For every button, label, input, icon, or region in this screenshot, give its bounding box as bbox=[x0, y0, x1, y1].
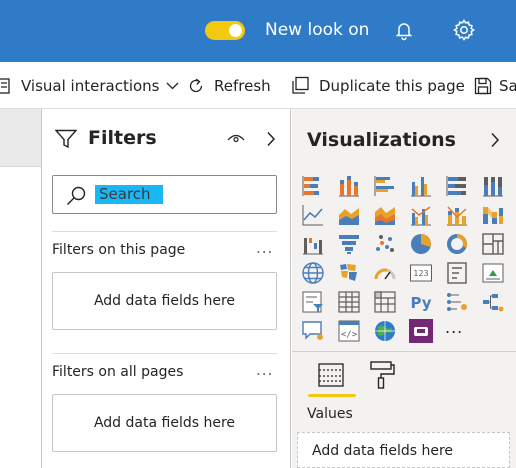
card-icon[interactable]: 123 bbox=[409, 261, 433, 285]
arcgis-map-icon[interactable] bbox=[373, 319, 397, 343]
all-pages-more-options[interactable]: ... bbox=[256, 361, 273, 379]
filled-map-icon[interactable] bbox=[337, 261, 361, 285]
line-stacked-column-icon[interactable] bbox=[445, 203, 469, 227]
visualizations-title: Visualizations bbox=[307, 129, 456, 151]
clustered-column-icon[interactable] bbox=[409, 174, 433, 198]
map-icon[interactable] bbox=[301, 261, 325, 285]
section-divider bbox=[52, 353, 277, 354]
active-tab-indicator bbox=[308, 394, 356, 397]
svg-text:</>: </> bbox=[341, 330, 358, 340]
svg-text:123: 123 bbox=[413, 269, 428, 278]
duplicate-page-label: Duplicate this page bbox=[319, 76, 465, 95]
pane-divider bbox=[292, 351, 516, 352]
svg-text:Py: Py bbox=[410, 294, 431, 312]
this-page-more-options[interactable]: ... bbox=[256, 239, 273, 257]
clustered-bar-icon[interactable] bbox=[373, 174, 397, 198]
toggle-knob bbox=[229, 24, 242, 37]
visual-interactions-icon bbox=[0, 77, 10, 94]
line-chart-icon[interactable] bbox=[301, 203, 325, 227]
refresh-label: Refresh bbox=[214, 76, 271, 95]
duplicate-page-button[interactable]: Duplicate this page bbox=[290, 62, 465, 109]
save-icon bbox=[474, 77, 492, 94]
r-script-icon[interactable]: </> bbox=[337, 319, 361, 343]
visualizations-pane: Visualizations 123 Py </> ... Values Add… bbox=[292, 109, 516, 468]
all-pages-drop-zone[interactable]: Add data fields here bbox=[52, 394, 277, 452]
scatter-icon[interactable] bbox=[373, 232, 397, 256]
save-button[interactable]: Sa bbox=[474, 62, 516, 109]
notifications-bell-icon[interactable] bbox=[393, 19, 415, 41]
matrix-icon[interactable] bbox=[373, 290, 397, 314]
new-look-label: New look on bbox=[265, 20, 370, 40]
kpi-icon[interactable] bbox=[481, 261, 505, 285]
ribbon-chart-icon[interactable] bbox=[481, 203, 505, 227]
format-paint-roller-icon[interactable] bbox=[367, 360, 397, 390]
slicer-icon[interactable] bbox=[301, 290, 325, 314]
eye-icon[interactable] bbox=[227, 133, 245, 144]
new-look-toggle[interactable] bbox=[205, 21, 245, 40]
search-placeholder[interactable]: Search bbox=[95, 185, 163, 204]
refresh-button[interactable]: Refresh bbox=[187, 62, 271, 109]
stacked-column-icon[interactable] bbox=[337, 174, 361, 198]
canvas-background bbox=[0, 109, 42, 166]
funnel-icon[interactable] bbox=[337, 232, 361, 256]
refresh-icon bbox=[189, 77, 203, 92]
multi-row-card-icon[interactable] bbox=[445, 261, 469, 285]
gauge-icon[interactable] bbox=[373, 261, 397, 285]
values-well-label: Values bbox=[307, 406, 353, 422]
filter-funnel-icon bbox=[55, 129, 77, 149]
donut-icon[interactable] bbox=[445, 232, 469, 256]
power-apps-icon[interactable] bbox=[409, 319, 433, 343]
filters-pane: Filters Search Filters on this page ... … bbox=[41, 109, 291, 468]
save-label: Sa bbox=[499, 76, 516, 95]
pie-chart-icon[interactable] bbox=[409, 232, 433, 256]
more-visuals-button[interactable]: ... bbox=[445, 319, 469, 343]
qna-icon[interactable] bbox=[301, 319, 325, 343]
stacked-bar-icon[interactable] bbox=[301, 174, 325, 198]
fields-tab-icon[interactable] bbox=[316, 360, 346, 390]
key-influencers-icon[interactable] bbox=[445, 290, 469, 314]
this-page-drop-zone[interactable]: Add data fields here bbox=[52, 272, 277, 330]
treemap-icon[interactable] bbox=[481, 232, 505, 256]
duplicate-icon bbox=[292, 76, 309, 94]
collapse-filters-chevron-icon[interactable] bbox=[266, 131, 276, 147]
stacked-area-icon[interactable] bbox=[373, 203, 397, 227]
visual-interactions-label: Visual interactions bbox=[21, 76, 160, 95]
line-clustered-column-icon[interactable] bbox=[409, 203, 433, 227]
chevron-down-icon bbox=[166, 82, 178, 89]
top-header-bar: New look on bbox=[0, 0, 516, 62]
filters-search-box[interactable]: Search bbox=[52, 175, 277, 214]
section-divider bbox=[52, 231, 277, 232]
decomposition-tree-icon[interactable] bbox=[481, 290, 505, 314]
waterfall-icon[interactable] bbox=[301, 232, 325, 256]
visual-interactions-button[interactable]: Visual interactions bbox=[0, 62, 179, 109]
area-chart-icon[interactable] bbox=[337, 203, 361, 227]
search-icon bbox=[67, 186, 86, 205]
values-drop-zone[interactable]: Add data fields here bbox=[297, 432, 510, 468]
table-icon[interactable] bbox=[337, 290, 361, 314]
filters-all-pages-label: Filters on all pages bbox=[52, 364, 184, 380]
python-visual-icon[interactable]: Py bbox=[409, 290, 433, 314]
filters-title: Filters bbox=[88, 127, 157, 149]
report-canvas[interactable] bbox=[0, 166, 42, 468]
100-stacked-column-icon[interactable] bbox=[481, 174, 505, 198]
filters-this-page-label: Filters on this page bbox=[52, 242, 186, 258]
collapse-visualizations-chevron-icon[interactable] bbox=[490, 132, 500, 148]
100-stacked-bar-icon[interactable] bbox=[445, 174, 469, 198]
command-bar: Visual interactions Refresh Duplicate th… bbox=[0, 62, 516, 109]
settings-gear-icon[interactable] bbox=[452, 18, 476, 42]
